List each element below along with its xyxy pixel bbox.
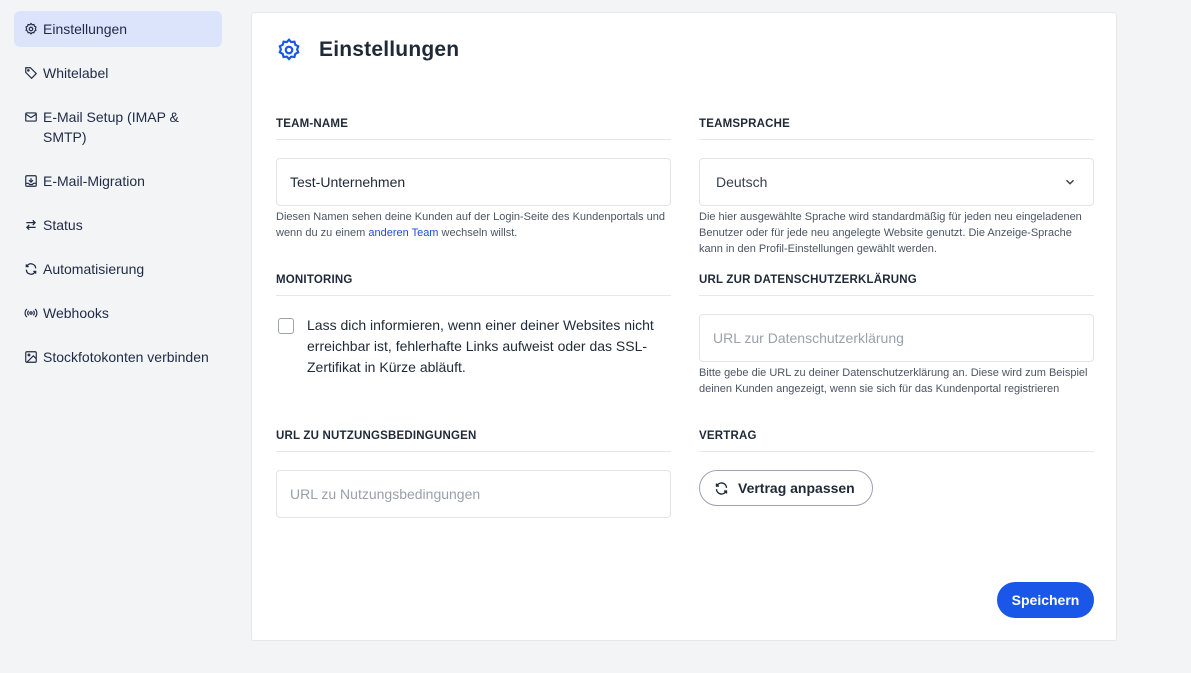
adjust-contract-label: Vertrag anpassen <box>738 480 855 496</box>
terms-url-label: URL ZU NUTZUNGSBEDINGUNGEN <box>276 430 671 452</box>
image-icon <box>24 350 38 364</box>
mail-icon <box>24 110 38 124</box>
chevron-down-icon <box>1063 175 1077 189</box>
privacy-url-input[interactable]: URL zur Datenschutzerklärung <box>699 314 1094 362</box>
sidebar-item-whitelabel[interactable]: Whitelabel <box>14 53 222 93</box>
monitoring-checkbox[interactable] <box>278 318 294 334</box>
team-name-label: TEAM-NAME <box>276 118 671 140</box>
refresh-icon <box>24 262 38 276</box>
terms-url-section: URL ZU NUTZUNGSBEDINGUNGEN <box>276 430 671 452</box>
other-team-link[interactable]: anderen Team <box>368 227 438 239</box>
sidebar-item-label: E-Mail-Migration <box>43 173 145 189</box>
tag-icon <box>24 66 38 80</box>
gear-icon <box>24 22 38 36</box>
team-language-section: TEAMSPRACHE <box>699 118 1094 140</box>
inbox-download-icon <box>24 174 38 188</box>
sidebar-item-webhooks[interactable]: Webhooks <box>14 293 222 333</box>
sidebar-item-label: Webhooks <box>43 305 109 321</box>
arrows-exchange-icon <box>24 218 38 232</box>
team-language-select[interactable]: Deutsch <box>699 158 1094 206</box>
webhook-icon <box>24 306 38 320</box>
adjust-contract-button[interactable]: Vertrag anpassen <box>699 470 873 506</box>
sidebar-item-email-setup[interactable]: E-Mail Setup (IMAP & SMTP) <box>14 97 222 157</box>
sidebar-item-stockfotokonten[interactable]: Stockfotokonten verbinden <box>14 337 222 377</box>
terms-url-input[interactable]: URL zu Nutzungsbedingungen <box>276 470 671 518</box>
gear-icon <box>276 37 302 63</box>
save-button[interactable]: Speichern <box>997 582 1094 618</box>
team-language-help: Die hier ausgewählte Sprache wird standa… <box>699 211 1082 255</box>
team-name-section: TEAM-NAME <box>276 118 671 140</box>
team-name-help-text-end: wechseln willst. <box>438 227 518 239</box>
sidebar-item-automatisierung[interactable]: Automatisierung <box>14 249 222 289</box>
settings-card: Einstellungen TEAM-NAME Test-Unternehmen… <box>251 12 1117 641</box>
sidebar-item-einstellungen[interactable]: Einstellungen <box>14 11 222 47</box>
team-name-input[interactable]: Test-Unternehmen <box>276 158 671 206</box>
sidebar-item-label: Stockfotokonten verbinden <box>43 349 209 365</box>
sidebar-item-status[interactable]: Status <box>14 205 222 245</box>
contract-label: VERTRAG <box>699 430 1094 452</box>
sidebar-item-label: Einstellungen <box>43 21 128 37</box>
sidebar-item-label: Status <box>43 217 83 233</box>
monitoring-checkbox-label[interactable]: Lass dich informieren, wenn einer deiner… <box>307 315 662 378</box>
page-header: Einstellungen <box>276 37 459 63</box>
privacy-url-help: Bitte gebe die URL zu deiner Datenschutz… <box>699 367 1088 395</box>
sidebar-item-label: Whitelabel <box>43 65 109 81</box>
refresh-icon <box>714 481 729 496</box>
contract-section: VERTRAG <box>699 430 1094 452</box>
team-name-help: Diesen Namen sehen deine Kunden auf der … <box>276 209 671 241</box>
monitoring-label: MONITORING <box>276 274 671 296</box>
settings-sidebar: Einstellungen Whitelabel E-Mail Setup (I… <box>0 0 236 673</box>
privacy-url-section: URL ZUR DATENSCHUTZERKLÄRUNG <box>699 274 1094 296</box>
sidebar-item-label: E-Mail Setup (IMAP & SMTP) <box>43 109 179 145</box>
monitoring-option[interactable]: Lass dich informieren, wenn einer deiner… <box>278 315 662 378</box>
team-language-value: Deutsch <box>716 174 768 190</box>
monitoring-section: MONITORING <box>276 274 671 296</box>
team-language-label: TEAMSPRACHE <box>699 118 1094 140</box>
privacy-url-label: URL ZUR DATENSCHUTZERKLÄRUNG <box>699 274 1094 296</box>
page-title: Einstellungen <box>319 38 460 61</box>
sidebar-item-label: Automatisierung <box>43 261 145 277</box>
sidebar-item-email-migration[interactable]: E-Mail-Migration <box>14 161 222 201</box>
